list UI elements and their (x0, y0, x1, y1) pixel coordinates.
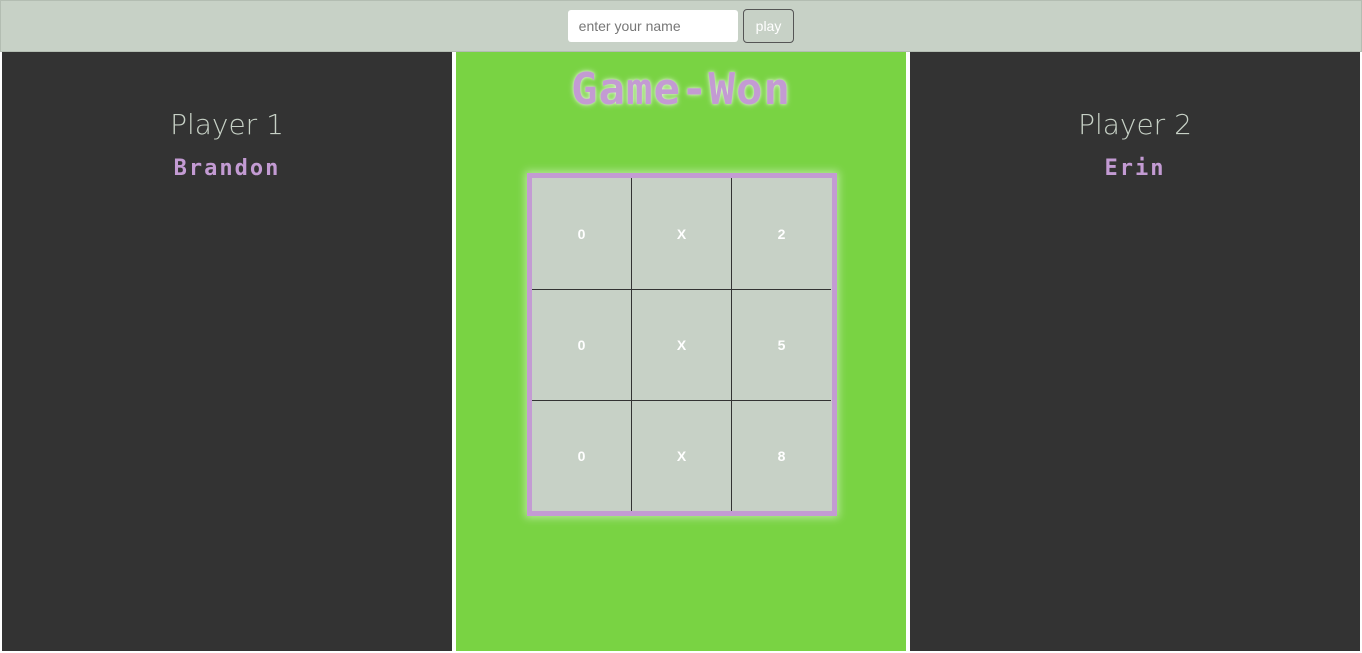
board-cell-8[interactable]: 8 (731, 400, 831, 511)
player-1-panel: Player 1 Brandon (2, 52, 452, 651)
player-1-label: Player 1 (170, 108, 284, 141)
board-cell-3[interactable]: 0 (532, 289, 631, 400)
board-cell-5[interactable]: 5 (731, 289, 831, 400)
board-cell-4[interactable]: X (631, 289, 731, 400)
player-2-panel: Player 2 Erin (910, 52, 1360, 651)
board-cell-0[interactable]: 0 (532, 178, 631, 289)
board-cell-6[interactable]: 0 (532, 400, 631, 511)
name-input[interactable] (567, 10, 738, 42)
play-button[interactable]: play (742, 9, 795, 43)
board-cell-2[interactable]: 2 (731, 178, 831, 289)
board-cell-7[interactable]: X (631, 400, 731, 511)
game-status-title: Game-Won (571, 64, 791, 115)
board-cell-1[interactable]: X (631, 178, 731, 289)
game-panel: Game-Won 0 X 2 0 X 5 0 X 8 (456, 52, 906, 651)
player-2-name: Erin (1104, 156, 1166, 181)
player-2-label: Player 2 (1078, 108, 1192, 141)
player-1-name: Brandon (173, 156, 281, 181)
game-board: 0 X 2 0 X 5 0 X 8 (527, 173, 837, 516)
top-bar: play (0, 0, 1362, 52)
